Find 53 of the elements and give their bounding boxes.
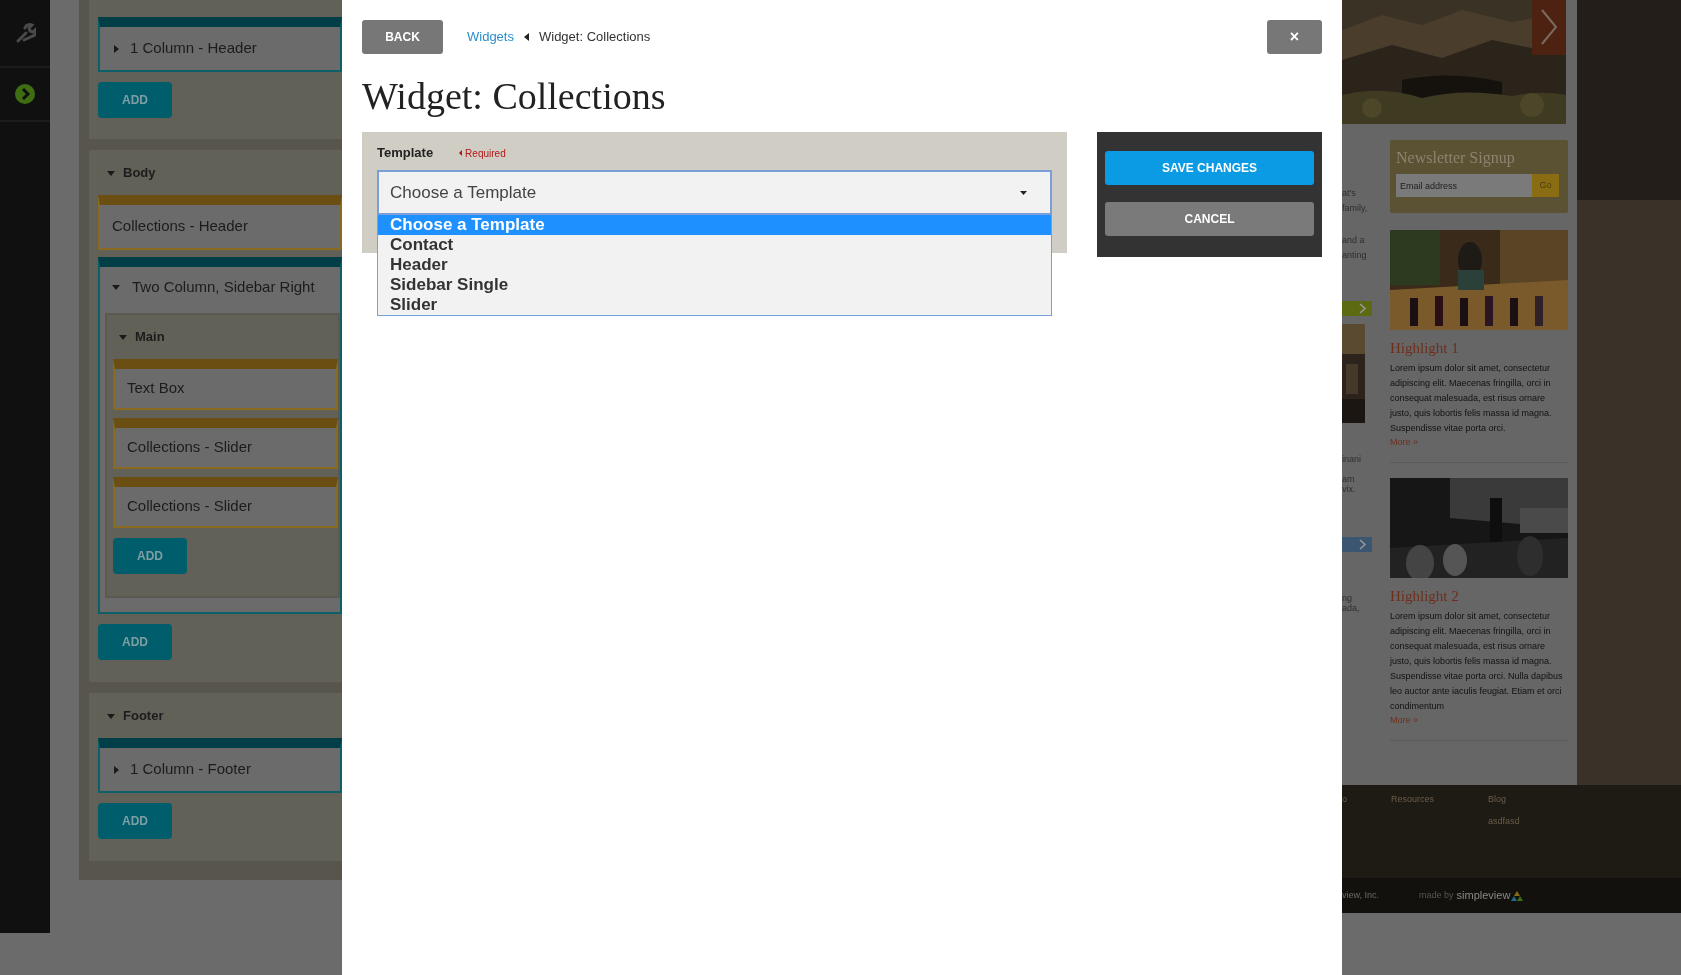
more-link[interactable]: More » bbox=[1390, 714, 1418, 726]
layout-row[interactable]: 1 Column - Header bbox=[98, 17, 342, 72]
add-button[interactable]: ADD bbox=[98, 803, 172, 839]
arrow-button-icon bbox=[1342, 301, 1372, 316]
triangle-logo-icon bbox=[1511, 890, 1524, 901]
required-note: Required bbox=[459, 145, 506, 161]
back-button[interactable]: BACK bbox=[362, 20, 443, 54]
caret-left-icon bbox=[523, 33, 529, 41]
more-link[interactable]: More » bbox=[1390, 436, 1418, 448]
dropdown-option[interactable]: Sidebar Single bbox=[378, 275, 1051, 295]
footer-link[interactable]: o bbox=[1342, 793, 1347, 807]
arrow-button-icon bbox=[1342, 537, 1372, 552]
highlight-title: Highlight 2 bbox=[1390, 587, 1460, 606]
dropdown-option[interactable]: Slider bbox=[378, 295, 1051, 315]
caret-left-icon bbox=[459, 150, 463, 156]
wrench-icon bbox=[14, 22, 36, 44]
email-field[interactable]: Email address bbox=[1396, 174, 1532, 197]
dropdown-option[interactable]: Header bbox=[378, 255, 1051, 275]
layout-row[interactable]: 1 Column - Footer bbox=[98, 738, 342, 793]
add-button[interactable]: ADD bbox=[98, 82, 172, 118]
widget-row[interactable]: Collections - Slider bbox=[113, 477, 338, 528]
go-button[interactable]: Go bbox=[1532, 174, 1559, 197]
layout-toggle[interactable]: Two Column, Sidebar Right bbox=[100, 267, 340, 307]
widget-row[interactable]: Collections - Slider bbox=[113, 418, 338, 469]
add-button[interactable]: ADD bbox=[113, 538, 187, 574]
section-toggle[interactable]: Footer bbox=[98, 693, 342, 738]
breadcrumb-link[interactable]: Widgets bbox=[467, 27, 514, 47]
section-toggle[interactable]: Body bbox=[98, 150, 342, 195]
template-select[interactable]: Choose a Template bbox=[377, 170, 1052, 215]
footer-link[interactable]: Blog bbox=[1488, 793, 1506, 807]
widget-row[interactable]: Collections - Header bbox=[98, 195, 342, 250]
close-button[interactable]: × bbox=[1267, 20, 1322, 54]
cancel-button[interactable]: CANCEL bbox=[1105, 202, 1314, 236]
field-label: Template bbox=[377, 144, 434, 163]
highlight-title: Highlight 1 bbox=[1390, 339, 1460, 358]
dropdown-option[interactable]: Choose a Template bbox=[378, 215, 1051, 235]
newsletter-title: Newsletter Signup bbox=[1396, 148, 1516, 168]
dropdown-option[interactable]: Contact bbox=[378, 235, 1051, 255]
highlight-text: Lorem ipsum dolor sit amet, consectetur adipiscing elit. Maecenas fringilla, orci in consequat malesuada, est risus ornare justo, quis lobortis felis massa id magna. Suspendisse vitae porta orci. Nulla dapibus leo auctor ante iaculis feugiat. Etiam et orci condimentum bbox=[1390, 610, 1564, 713]
arrow-circle-icon bbox=[15, 84, 35, 104]
page-title: Widget: Collections bbox=[362, 74, 667, 118]
dropdown-caret-icon bbox=[1020, 190, 1027, 195]
copyright-text: view, Inc. bbox=[1342, 888, 1379, 902]
brand-name: simpleview bbox=[1456, 888, 1511, 904]
add-button[interactable]: ADD bbox=[98, 624, 172, 660]
region-toggle[interactable]: Main bbox=[113, 315, 338, 359]
footer-link[interactable]: asdfasd bbox=[1488, 814, 1520, 828]
made-by-text: made by bbox=[1419, 888, 1454, 902]
highlight-text: Lorem ipsum dolor sit amet, consectetur adipiscing elit. Maecenas fringilla, orci in consequat malesuada, est risus ornare justo, quis lobortis felis massa id magna. Suspendisse vitae porta orci. bbox=[1390, 362, 1553, 435]
footer-link[interactable]: Resources bbox=[1391, 793, 1435, 807]
save-button[interactable]: SAVE CHANGES bbox=[1105, 151, 1314, 185]
breadcrumb-current: Widget: Collections bbox=[538, 28, 651, 47]
widget-row[interactable]: Text Box bbox=[113, 359, 338, 410]
